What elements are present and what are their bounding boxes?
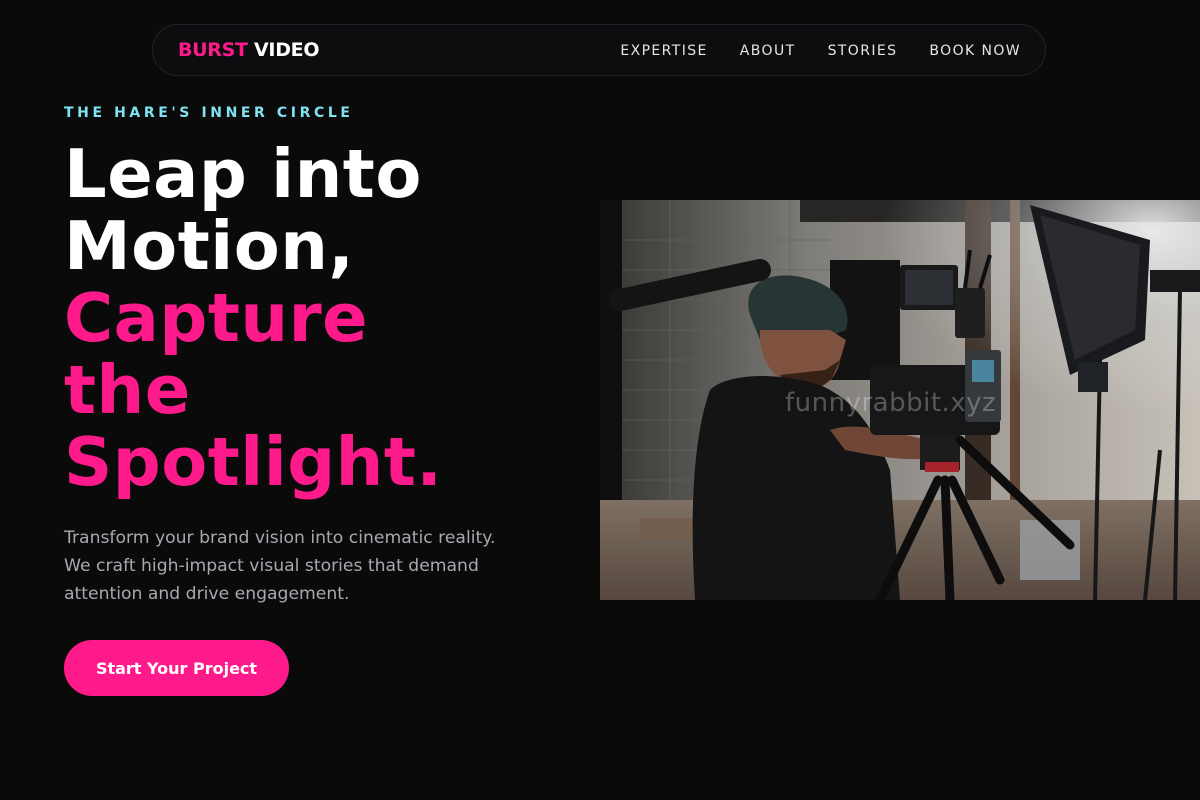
nav-link-expertise[interactable]: EXPERTISE xyxy=(620,43,707,59)
hero-description: Transform your brand vision into cinemat… xyxy=(64,528,496,604)
start-project-button[interactable]: Start Your Project xyxy=(64,640,289,696)
headline-line: Leap into xyxy=(64,135,422,213)
headline-line-accent: the xyxy=(64,351,191,429)
image-watermark: funnyrabbit.xyz xyxy=(785,388,997,418)
headline-line-accent: Capture xyxy=(64,279,369,357)
nav-link-book-now[interactable]: BOOK NOW xyxy=(929,43,1021,59)
headline-line: Motion, xyxy=(64,207,355,285)
nav-menu: EXPERTISE ABOUT STORIES BOOK NOW xyxy=(620,43,1021,59)
hero-headline: Leap into Motion, Capture the Spotlight. xyxy=(64,138,442,498)
nav-link-stories[interactable]: STORIES xyxy=(828,43,898,59)
headline-line-accent: Spotlight. xyxy=(64,423,443,501)
hero-eyebrow: THE HARE'S INNER CIRCLE xyxy=(64,105,354,121)
brand-logo-video: VIDEO xyxy=(254,39,320,61)
brand-logo-burst: BURST xyxy=(178,39,248,61)
nav-link-about[interactable]: ABOUT xyxy=(740,43,796,59)
top-navigation: BURST VIDEO EXPERTISE ABOUT STORIES BOOK… xyxy=(152,24,1046,76)
brand-logo[interactable]: BURST VIDEO xyxy=(178,39,320,61)
